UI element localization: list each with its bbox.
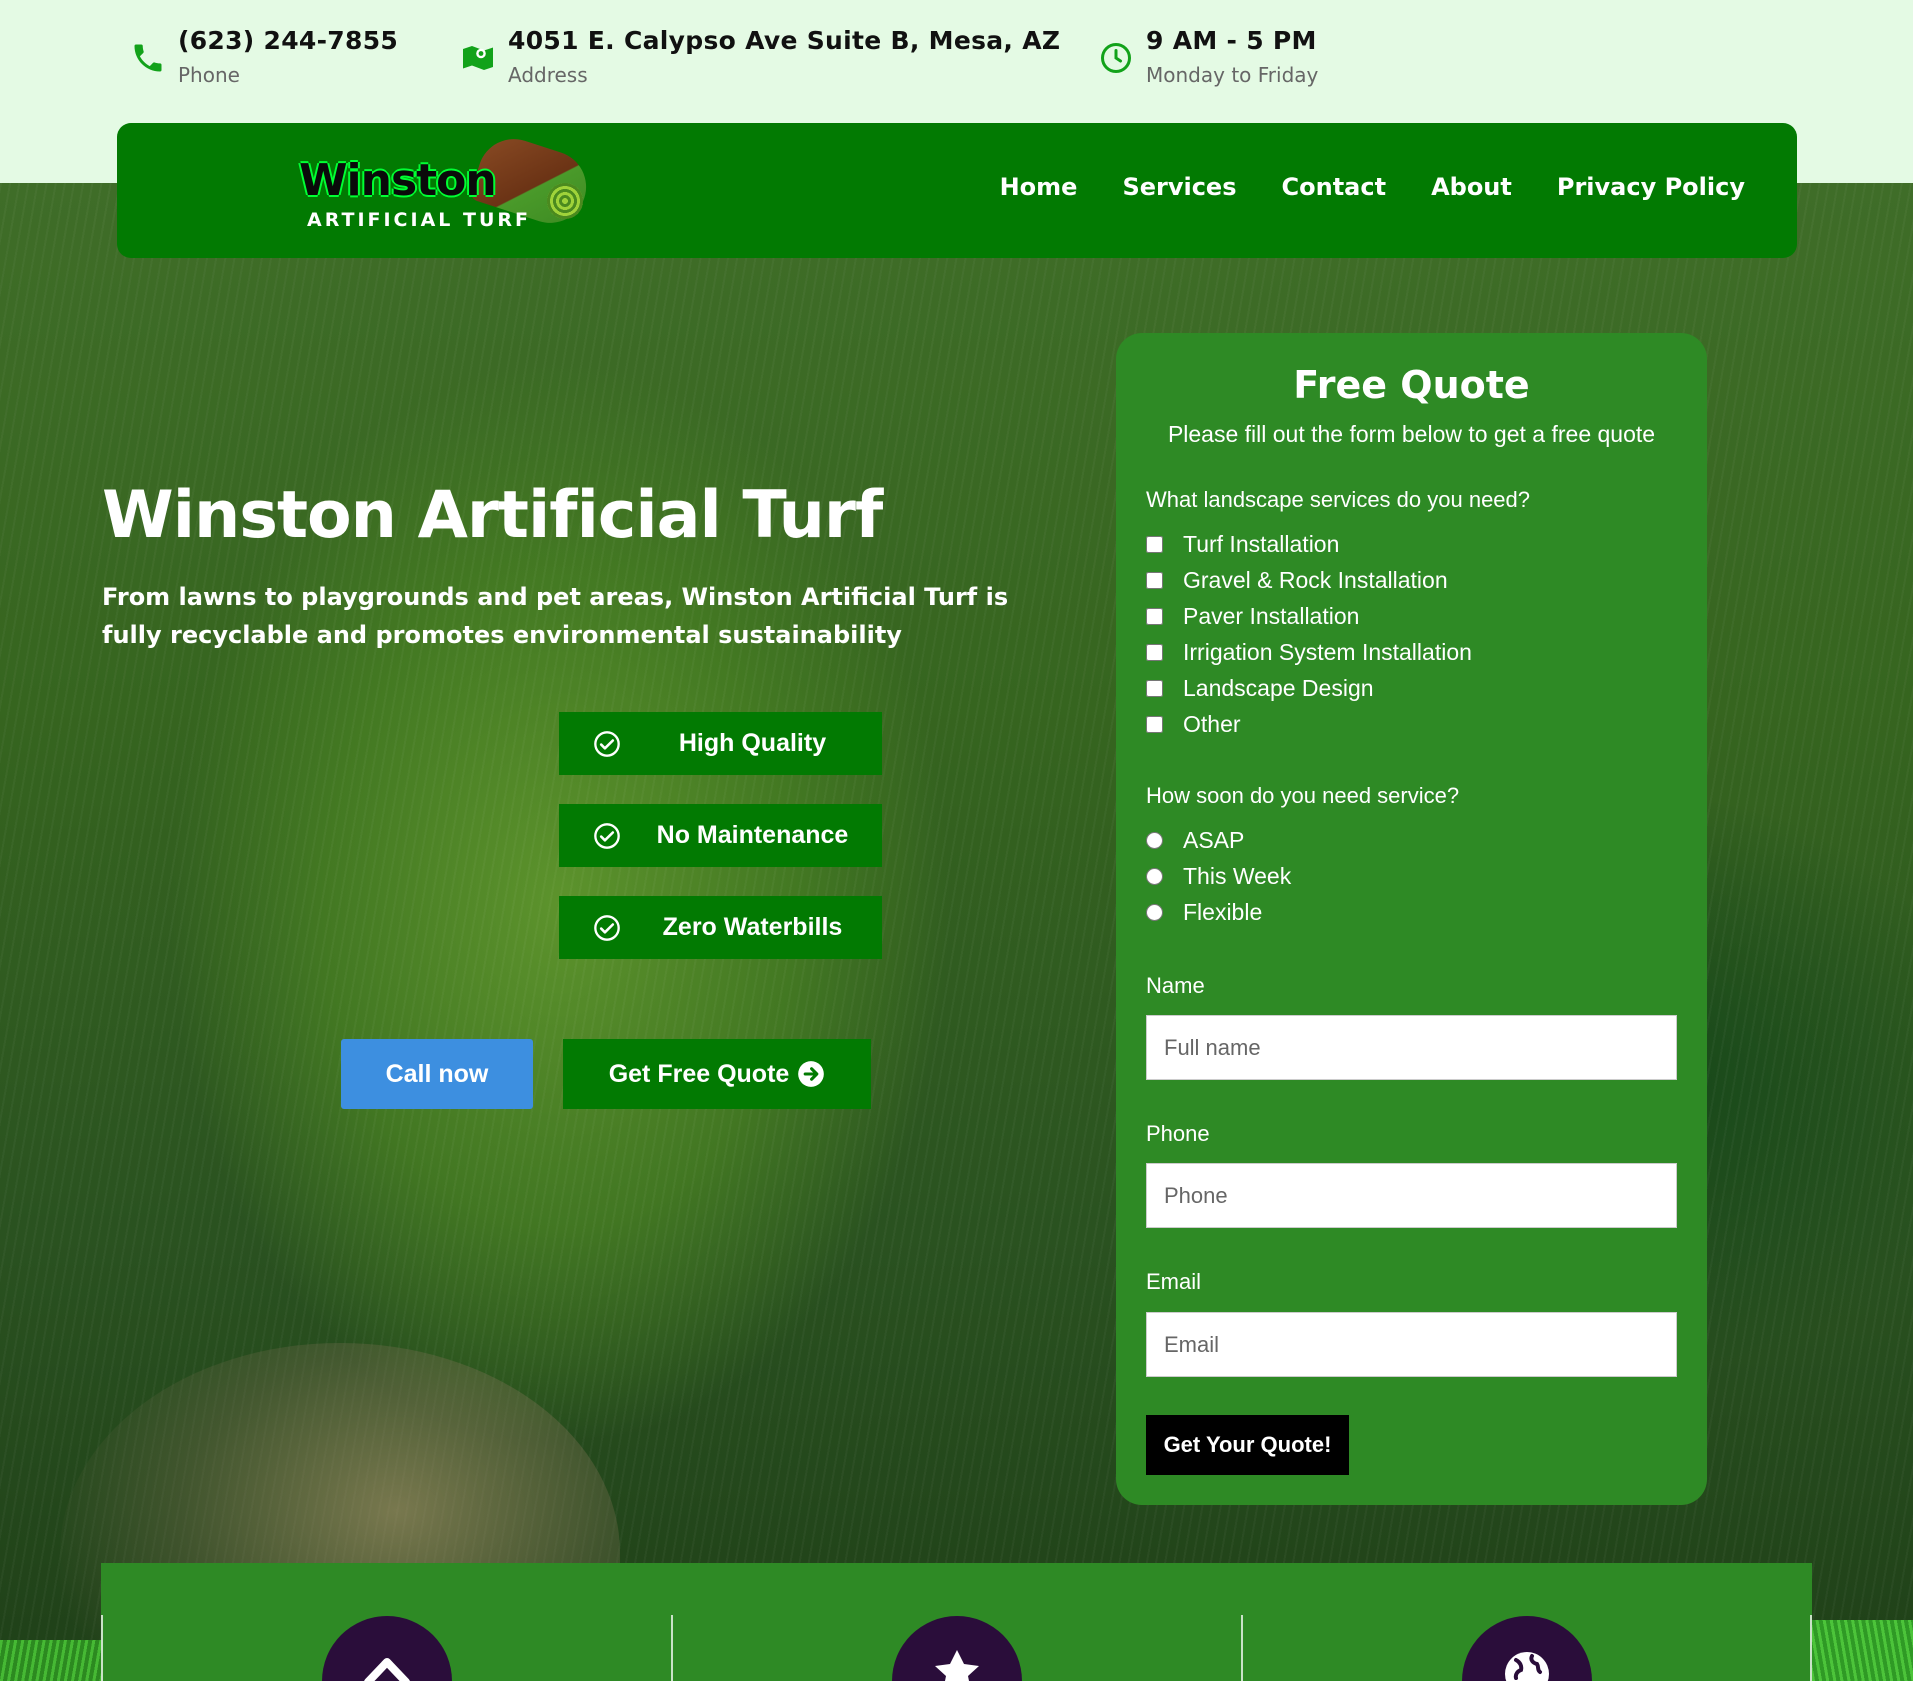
hours-info: 9 AM - 5 PM Monday to Friday bbox=[1098, 26, 1318, 87]
badge-no-maintenance: No Maintenance bbox=[559, 804, 882, 867]
service-option-label: Paver Installation bbox=[1183, 603, 1360, 629]
grass-edge-left bbox=[0, 1640, 101, 1681]
email-input[interactable] bbox=[1146, 1312, 1677, 1377]
get-free-quote-button[interactable]: Get Free Quote bbox=[563, 1039, 871, 1109]
phone-label: Phone bbox=[178, 63, 240, 87]
arrow-right-circle-icon bbox=[798, 1061, 825, 1087]
nav-about[interactable]: About bbox=[1431, 173, 1512, 201]
badge-zero-waterbills: Zero Waterbills bbox=[559, 896, 882, 959]
service-option-other[interactable]: Other bbox=[1146, 711, 1241, 738]
service-option-label: Landscape Design bbox=[1183, 675, 1374, 701]
service-option-paver[interactable]: Paver Installation bbox=[1146, 603, 1359, 630]
features-strip bbox=[101, 1563, 1812, 1681]
feature-icon-circle bbox=[1462, 1616, 1592, 1681]
feature-icon-circle bbox=[892, 1616, 1022, 1681]
timing-option-flexible[interactable]: Flexible bbox=[1146, 899, 1262, 926]
brand-word: Winston bbox=[299, 155, 497, 206]
address-text: 4051 E. Calypso Ave Suite B, Mesa, AZ bbox=[508, 26, 1061, 55]
phone-icon bbox=[134, 44, 162, 72]
strip-divider bbox=[101, 1615, 103, 1681]
phone-number[interactable]: (623) 244-7855 bbox=[178, 26, 398, 55]
timing-option-this-week[interactable]: This Week bbox=[1146, 863, 1291, 890]
nav-privacy-policy[interactable]: Privacy Policy bbox=[1557, 173, 1745, 201]
check-circle-icon bbox=[594, 730, 620, 757]
email-label: Email bbox=[1146, 1269, 1202, 1294]
timing-option-label: This Week bbox=[1183, 863, 1292, 889]
grass-edge-right bbox=[1812, 1620, 1913, 1681]
service-checkbox[interactable] bbox=[1146, 716, 1163, 733]
get-free-quote-label: Get Free Quote bbox=[608, 1059, 790, 1088]
timing-radio[interactable] bbox=[1146, 904, 1163, 921]
phone-info[interactable]: (623) 244-7855 Phone bbox=[130, 26, 398, 87]
address-label: Address bbox=[508, 63, 588, 87]
service-checkbox[interactable] bbox=[1146, 572, 1163, 589]
brand-logo[interactable]: Winston ARTIFICIAL TURF bbox=[299, 129, 599, 235]
badge-label: Zero Waterbills bbox=[662, 913, 843, 941]
strip-divider bbox=[671, 1615, 673, 1681]
timing-option-label: Flexible bbox=[1183, 899, 1263, 925]
service-checkbox[interactable] bbox=[1146, 644, 1163, 661]
address-info: 4051 E. Calypso Ave Suite B, Mesa, AZ Ad… bbox=[460, 26, 1060, 87]
turf-swirl-graphic bbox=[547, 183, 583, 219]
badge-label: High Quality bbox=[678, 729, 827, 757]
service-option-landscape-design[interactable]: Landscape Design bbox=[1146, 675, 1374, 702]
check-circle-icon bbox=[594, 822, 620, 849]
services-question: What landscape services do you need? bbox=[1146, 487, 1531, 512]
map-icon bbox=[463, 46, 493, 70]
timing-radio[interactable] bbox=[1146, 832, 1163, 849]
main-nav: Winston ARTIFICIAL TURF Home Services Co… bbox=[117, 123, 1797, 258]
quote-title: Free Quote bbox=[1293, 363, 1530, 407]
strip-divider bbox=[1241, 1615, 1243, 1681]
nav-contact[interactable]: Contact bbox=[1282, 173, 1387, 201]
nav-services[interactable]: Services bbox=[1122, 173, 1236, 201]
timing-radio[interactable] bbox=[1146, 868, 1163, 885]
quote-description: Please fill out the form below to get a … bbox=[1167, 421, 1656, 447]
service-checkbox[interactable] bbox=[1146, 536, 1163, 553]
nav-home[interactable]: Home bbox=[1000, 173, 1078, 201]
phone-label: Phone bbox=[1146, 1121, 1210, 1146]
service-checkbox[interactable] bbox=[1146, 680, 1163, 697]
timing-option-asap[interactable]: ASAP bbox=[1146, 827, 1244, 854]
badge-high-quality: High Quality bbox=[559, 712, 882, 775]
service-option-label: Irrigation System Installation bbox=[1183, 639, 1472, 665]
call-now-button[interactable]: Call now bbox=[341, 1039, 533, 1109]
get-your-quote-button[interactable]: Get Your Quote! bbox=[1146, 1415, 1349, 1475]
hero-title: Winston Artificial Turf bbox=[102, 478, 883, 553]
phone-input[interactable] bbox=[1146, 1163, 1677, 1228]
star-icon bbox=[935, 1650, 979, 1681]
name-input[interactable] bbox=[1146, 1015, 1677, 1080]
feature-icon-circle bbox=[322, 1616, 452, 1681]
service-option-irrigation[interactable]: Irrigation System Installation bbox=[1146, 639, 1472, 666]
timing-option-label: ASAP bbox=[1183, 827, 1245, 853]
clock-icon bbox=[1101, 43, 1131, 73]
check-circle-icon bbox=[594, 914, 620, 941]
brand-tagline: ARTIFICIAL TURF bbox=[307, 209, 531, 231]
service-option-gravel-rock[interactable]: Gravel & Rock Installation bbox=[1146, 567, 1448, 594]
hero-lead: From lawns to playgrounds and pet areas,… bbox=[102, 583, 1009, 649]
service-option-label: Gravel & Rock Installation bbox=[1183, 567, 1448, 593]
free-quote-form: Free Quote Please fill out the form belo… bbox=[1116, 333, 1707, 1505]
hours-text: 9 AM - 5 PM bbox=[1146, 26, 1317, 55]
service-option-turf-installation[interactable]: Turf Installation bbox=[1146, 531, 1339, 558]
service-option-label: Turf Installation bbox=[1183, 531, 1340, 557]
badge-label: No Maintenance bbox=[656, 821, 849, 849]
globe-icon bbox=[1505, 1652, 1549, 1681]
hours-label: Monday to Friday bbox=[1146, 63, 1319, 87]
name-label: Name bbox=[1146, 973, 1205, 998]
chevron-up-icon bbox=[364, 1658, 410, 1681]
service-option-label: Other bbox=[1183, 711, 1241, 737]
nav-menu: Home Services Contact About Privacy Poli… bbox=[1000, 173, 1745, 201]
service-checkbox[interactable] bbox=[1146, 608, 1163, 625]
timing-question: How soon do you need service? bbox=[1146, 783, 1460, 808]
